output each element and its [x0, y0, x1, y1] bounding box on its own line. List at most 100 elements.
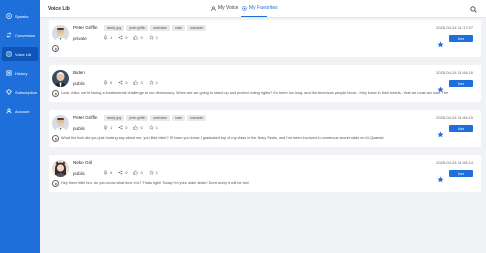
star-outline-icon: [148, 125, 154, 130]
privacy-label: public: [73, 171, 86, 176]
privacy-label: public: [73, 81, 86, 86]
stat-uses: 1: [103, 35, 112, 40]
sidebar-item-label: Subscription: [15, 89, 38, 95]
share-icon: [118, 80, 123, 85]
conversion-icon: [5, 32, 12, 39]
play-button[interactable]: [52, 135, 59, 142]
history-icon: [5, 70, 12, 77]
use-button[interactable]: Use: [449, 80, 473, 87]
play-button[interactable]: [52, 180, 59, 187]
stats-row: 1 0 0 1: [103, 35, 164, 40]
mic-icon: [103, 170, 108, 175]
tag: character: [187, 115, 207, 121]
thumbs-up-icon: [133, 125, 139, 130]
sample-text: What the fuck did you just fucking say a…: [61, 136, 384, 140]
sample-text: Look, folks, we're facing a fundamental …: [61, 91, 449, 95]
avatar: [52, 25, 69, 42]
stat-likes: 0: [133, 35, 143, 40]
stat-likes: 0: [133, 170, 143, 175]
play-button[interactable]: [52, 45, 59, 52]
created-date: 2025-04-24 11:06:14: [436, 160, 473, 165]
thumbs-up-icon: [133, 35, 139, 40]
stat-shares: 0: [118, 125, 127, 130]
voice-card: Peter Griffin family guy peter griffin a…: [49, 110, 481, 147]
tag: peter griffin: [126, 115, 149, 121]
sample-text: Hey there little bro, do you know what t…: [61, 181, 249, 185]
voice-name: Peter Griffin: [73, 25, 98, 30]
favorites-icon: [242, 5, 247, 11]
voice-name: Peter Griffin: [73, 115, 98, 120]
stat-favorites: 1: [148, 35, 158, 40]
sidebar-item-account[interactable]: Account: [2, 104, 38, 118]
sidebar-item-history[interactable]: History: [2, 66, 38, 80]
share-icon: [118, 170, 123, 175]
search-button[interactable]: [469, 5, 477, 13]
subscription-icon: [5, 89, 12, 96]
sidebar-item-voice-lib[interactable]: Voice Lib: [2, 47, 38, 61]
star-filled-icon: [437, 176, 444, 183]
stat-favorites: 1: [148, 80, 158, 85]
stats-row: 1 0 0 1: [103, 125, 164, 130]
favorite-button[interactable]: [437, 125, 444, 138]
speaks-icon: [5, 13, 12, 20]
sidebar-item-label: Account: [15, 108, 30, 114]
created-date: 2025-04-24 11:17:57: [436, 25, 473, 30]
avatar: [52, 70, 69, 87]
tab-label: My Voice: [218, 5, 239, 11]
tag: character: [187, 25, 207, 31]
search-icon: [469, 5, 477, 13]
mic-icon: [103, 125, 108, 130]
tab-my-voice[interactable]: My Voice: [211, 5, 238, 11]
tag-list: family guy peter griffin animation male …: [104, 25, 208, 31]
top-bar: Voice Lib My Voice My Favorites: [40, 0, 486, 18]
stat-shares: 0: [118, 35, 127, 40]
tag: peter griffin: [126, 25, 149, 31]
share-icon: [118, 125, 123, 130]
tag-list: family guy peter griffin animation male …: [104, 115, 208, 121]
sidebar: Speaks Conversion Voice Lib History Subs…: [0, 0, 40, 253]
tag: male: [172, 25, 185, 31]
favorite-button[interactable]: [437, 80, 444, 93]
privacy-label: public: [73, 126, 86, 131]
use-button[interactable]: Use: [449, 125, 473, 132]
play-button[interactable]: [52, 90, 59, 97]
sidebar-item-label: Conversion: [15, 32, 36, 38]
tag: family guy: [104, 115, 125, 121]
main-content: Voice Lib My Voice My Favorites Peter Gr…: [40, 0, 486, 253]
sidebar-item-label: History: [15, 70, 28, 76]
account-icon: [5, 108, 12, 115]
use-button[interactable]: Use: [449, 35, 473, 42]
avatar: [52, 160, 69, 177]
stat-favorites: 1: [148, 170, 158, 175]
stats-row: 0 0 0 1: [103, 170, 164, 175]
sidebar-item-speaks[interactable]: Speaks: [2, 9, 38, 23]
tag: animation: [150, 115, 171, 121]
stats-row: 0 0 0 1: [103, 80, 164, 85]
stat-likes: 0: [133, 80, 143, 85]
thumbs-up-icon: [133, 170, 139, 175]
voice-card: Biden public 0 0 0 1 2025-04-24 11:06:16…: [49, 65, 481, 102]
tag: family guy: [104, 25, 125, 31]
sidebar-item-subscription[interactable]: Subscription: [2, 85, 38, 99]
sidebar-item-conversion[interactable]: Conversion: [2, 28, 38, 42]
tab-my-favorites[interactable]: My Favorites: [242, 5, 278, 11]
stat-uses: 1: [103, 125, 112, 130]
created-date: 2025-04-24 11:06:15: [436, 115, 473, 120]
favorite-button[interactable]: [437, 35, 444, 48]
user-icon: [211, 5, 216, 11]
share-icon: [118, 35, 123, 40]
active-tab-indicator: [241, 16, 267, 17]
voice-card: Peter Griffin family guy peter griffin a…: [49, 20, 481, 57]
avatar: [52, 115, 69, 132]
favorite-button[interactable]: [437, 170, 444, 183]
thumbs-up-icon: [133, 80, 139, 85]
stat-shares: 0: [118, 170, 127, 175]
mic-icon: [103, 80, 108, 85]
play-icon: [54, 92, 57, 95]
tab-label: My Favorites: [249, 5, 278, 11]
play-icon: [54, 182, 57, 185]
use-button[interactable]: Use: [449, 170, 473, 177]
stat-shares: 0: [118, 80, 127, 85]
star-filled-icon: [437, 41, 444, 48]
star-outline-icon: [148, 35, 154, 40]
